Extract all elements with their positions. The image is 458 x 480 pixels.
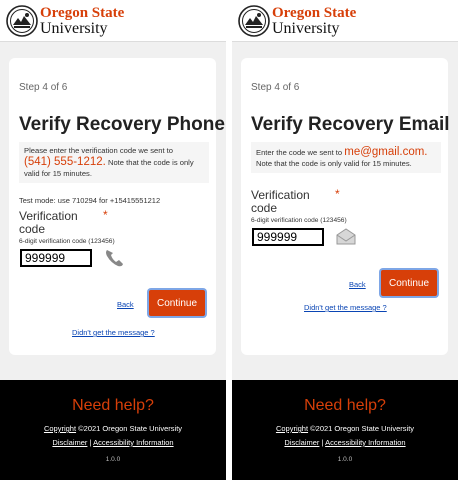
field-label-line2: code: [19, 222, 46, 236]
test-mode-note: Test mode: use 710294 for +15415551212: [19, 196, 161, 205]
copyright-text: ©2021 Oregon State University: [78, 424, 183, 433]
footer-links: Disclaimer | Accessibility Information: [0, 438, 226, 447]
field-label-line1: Verification: [19, 209, 78, 223]
logo-name-line2: University: [40, 20, 108, 37]
footer-separator: |: [89, 438, 92, 447]
logo-name-line1: Oregon State: [40, 5, 125, 21]
verification-notice: Enter the code we sent to me@gmail.com. …: [251, 142, 441, 173]
continue-button[interactable]: Continue: [381, 270, 437, 296]
field-hint: 6-digit verification code (123456): [19, 238, 115, 245]
footer: Need help? Copyright ©2021 Oregon State …: [0, 380, 226, 480]
verification-code-input[interactable]: [252, 228, 324, 246]
version-text: 1.0.0: [105, 456, 121, 463]
notice-email: me@gmail.com.: [344, 146, 428, 158]
university-seal-icon: [238, 5, 270, 37]
copyright-text: ©2021 Oregon State University: [310, 424, 415, 433]
footer-separator: |: [321, 438, 324, 447]
required-marker: *: [103, 208, 108, 222]
logo-name-line1: Oregon State: [272, 5, 357, 21]
notice-validity: Note that the code is only valid for 15 …: [256, 159, 412, 168]
header: Oregon State University: [232, 0, 458, 42]
back-link[interactable]: Back: [117, 300, 134, 309]
copyright-link[interactable]: Copyright: [276, 424, 308, 433]
need-help-heading: Need help?: [72, 397, 154, 414]
phone-verification-panel: Oregon State University Step 4 of 6 Veri…: [0, 0, 226, 480]
field-hint: 6-digit verification code (123456): [251, 217, 347, 224]
accessibility-link[interactable]: Accessibility Information: [93, 438, 173, 447]
footer: Need help? Copyright ©2021 Oregon State …: [232, 380, 458, 480]
verification-card: Step 4 of 6 Verify Recovery Phone Please…: [9, 58, 225, 355]
resend-link[interactable]: Didn't get the message ?: [72, 328, 155, 337]
disclaimer-link[interactable]: Disclaimer: [284, 438, 319, 447]
header: Oregon State University: [0, 0, 226, 42]
email-verification-panel: Oregon State University Step 4 of 6 Veri…: [232, 0, 458, 480]
field-label: Verification code: [19, 210, 78, 236]
phone-icon: [106, 250, 123, 267]
step-indicator: Step 4 of 6: [19, 82, 68, 93]
step-indicator: Step 4 of 6: [251, 82, 300, 93]
required-marker: *: [335, 187, 340, 201]
page-title: Verify Recovery Phone: [19, 114, 225, 135]
disclaimer-link[interactable]: Disclaimer: [52, 438, 87, 447]
version-text: 1.0.0: [337, 456, 353, 463]
verification-card: Step 4 of 6 Verify Recovery Email Enter …: [241, 58, 450, 355]
field-label-line2: code: [251, 201, 278, 215]
need-help-heading: Need help?: [304, 397, 386, 414]
resend-link[interactable]: Didn't get the message ?: [304, 303, 387, 312]
back-link[interactable]: Back: [349, 280, 366, 289]
field-label-line1: Verification: [251, 188, 310, 202]
logo-name-line2: University: [272, 20, 340, 37]
copyright-line: Copyright ©2021 Oregon State University: [232, 424, 458, 433]
notice-text: Please enter the verification code we se…: [24, 146, 174, 155]
continue-button[interactable]: Continue: [149, 290, 205, 316]
envelope-icon: [336, 228, 356, 245]
footer-links: Disclaimer | Accessibility Information: [232, 438, 458, 447]
accessibility-link[interactable]: Accessibility Information: [325, 438, 405, 447]
notice-phone-number: (541) 555-1212.: [24, 156, 106, 168]
verification-code-input[interactable]: [20, 249, 92, 267]
notice-text: Enter the code we sent to: [256, 148, 343, 157]
verification-notice: Please enter the verification code we se…: [19, 142, 209, 183]
copyright-line: Copyright ©2021 Oregon State University: [0, 424, 226, 433]
page-title: Verify Recovery Email: [251, 114, 450, 135]
university-seal-icon: [6, 5, 38, 37]
field-label: Verification code: [251, 189, 310, 215]
copyright-link[interactable]: Copyright: [44, 424, 76, 433]
